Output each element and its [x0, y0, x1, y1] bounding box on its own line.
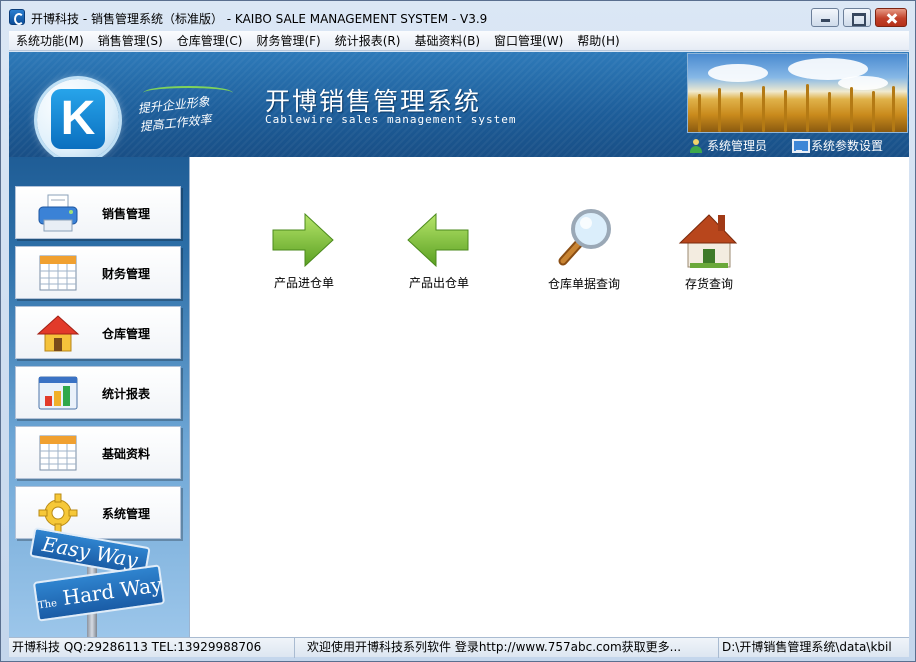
arrow-left-icon	[407, 212, 469, 268]
menu-basic-data[interactable]: 基础资料(B)	[407, 32, 487, 49]
sidebar-item-label: 系统管理	[102, 507, 151, 521]
app-window: 开博科技 - 销售管理系统（标准版） - KAIBO SALE MANAGEME…	[0, 0, 916, 662]
wheat-stalk	[784, 90, 787, 132]
tile-product-out[interactable]: 产品出仓单	[382, 212, 482, 312]
menu-sales[interactable]: 销售管理(S)	[91, 32, 170, 49]
header-banner: K 提升企业形象 提高工作效率 开博销售管理系统 Cablewire sales…	[9, 52, 909, 157]
sidebar-item-label: 统计报表	[102, 387, 151, 401]
tile-product-in[interactable]: 产品进仓单	[247, 212, 347, 312]
magnifier-icon	[558, 209, 611, 266]
calendar-icon	[39, 435, 77, 471]
logo-letter: K	[51, 89, 105, 149]
calendar-icon	[39, 255, 77, 291]
status-bar: 开博科技 QQ:29286113 TEL:13929988706 欢迎使用开博科…	[9, 637, 909, 658]
status-company: 开博科技 QQ:29286113 TEL:13929988706	[9, 638, 295, 658]
cloud	[708, 64, 768, 82]
printer-icon	[38, 194, 78, 232]
minimize-button[interactable]	[811, 8, 839, 27]
bar-chart-icon	[38, 376, 78, 410]
cloud	[838, 76, 888, 90]
system-settings-label: 系统参数设置	[811, 139, 884, 153]
tile-label: 产品进仓单	[273, 276, 334, 290]
sign-the: The	[37, 597, 58, 612]
wheat-stalk	[872, 91, 875, 132]
status-data-path: D:\开博销售管理系统\data\kbil	[722, 640, 892, 654]
wheat-field-image	[687, 53, 908, 133]
wheat-stalk	[740, 92, 743, 132]
menu-help[interactable]: 帮助(H)	[570, 32, 626, 49]
current-user-link[interactable]: 系统管理员	[689, 137, 767, 154]
close-button[interactable]	[875, 8, 907, 27]
logo: K	[37, 79, 119, 157]
current-user-label: 系统管理员	[707, 139, 768, 153]
tile-label: 仓库单据查询	[547, 277, 620, 291]
status-message: 欢迎使用开博科技系列软件 登录http://www.757abc.com获取更多…	[295, 638, 719, 658]
wheat-stalk	[850, 87, 853, 132]
tile-inventory-query[interactable]: 存货查询	[652, 209, 752, 309]
street-sign-image: Easy Way The Hard Way	[9, 526, 189, 637]
sidebar-item-finance[interactable]: 财务管理	[15, 246, 181, 299]
wheat-stalk	[698, 94, 701, 132]
arrow-right-icon	[272, 212, 334, 268]
wheat-stalk	[806, 84, 809, 132]
title-bar[interactable]: 开博科技 - 销售管理系统（标准版） - KAIBO SALE MANAGEME…	[1, 1, 915, 31]
wheat-stalk	[828, 92, 831, 132]
tile-warehouse-query[interactable]: 仓库单据查询	[527, 207, 627, 307]
house-icon	[36, 315, 80, 352]
sidebar-item-sales[interactable]: 销售管理	[15, 186, 181, 239]
tile-label: 产品出仓单	[408, 276, 469, 290]
sign-hard-way-text: Hard Way	[61, 572, 164, 610]
menu-bar: 系统功能(M) 销售管理(S) 仓库管理(C) 财务管理(F) 统计报表(R) …	[9, 31, 909, 51]
menu-reports[interactable]: 统计报表(R)	[328, 32, 408, 49]
sidebar-item-reports[interactable]: 统计报表	[15, 366, 181, 419]
menu-window[interactable]: 窗口管理(W)	[487, 32, 570, 49]
menu-finance[interactable]: 财务管理(F)	[249, 32, 327, 49]
sign-hard-way: The Hard Way	[32, 564, 166, 622]
system-subtitle: Cablewire sales management system	[265, 113, 517, 126]
sidebar: 销售管理 财务管理 仓库管理 统计报表 基础资料 系统管理 Easy Way T…	[9, 157, 189, 637]
window-title: 开博科技 - 销售管理系统（标准版） - KAIBO SALE MANAGEME…	[31, 12, 488, 26]
system-settings-link[interactable]: 系统参数设置	[791, 137, 883, 154]
main-panel: 产品进仓单 产品出仓单 仓库单据查询 存货查询	[189, 157, 909, 637]
user-icon	[689, 138, 703, 153]
app-icon[interactable]	[9, 9, 25, 25]
sidebar-item-basic-data[interactable]: 基础资料	[15, 426, 181, 479]
slogan: 提升企业形象 提高工作效率	[137, 92, 212, 135]
monitor-icon	[791, 138, 810, 153]
wheat-stalk	[892, 86, 895, 132]
sidebar-item-label: 财务管理	[102, 267, 151, 281]
sidebar-item-label: 销售管理	[102, 207, 151, 221]
menu-warehouse[interactable]: 仓库管理(C)	[170, 32, 250, 49]
wheat-stalk	[762, 86, 765, 132]
sidebar-item-label: 仓库管理	[102, 327, 151, 341]
wheat-stalk	[718, 88, 721, 132]
maximize-button[interactable]	[843, 8, 871, 27]
sidebar-item-warehouse[interactable]: 仓库管理	[15, 306, 181, 359]
menu-system[interactable]: 系统功能(M)	[9, 32, 91, 49]
sidebar-item-label: 基础资料	[102, 447, 151, 461]
house-icon	[678, 214, 738, 268]
tile-label: 存货查询	[684, 277, 733, 291]
